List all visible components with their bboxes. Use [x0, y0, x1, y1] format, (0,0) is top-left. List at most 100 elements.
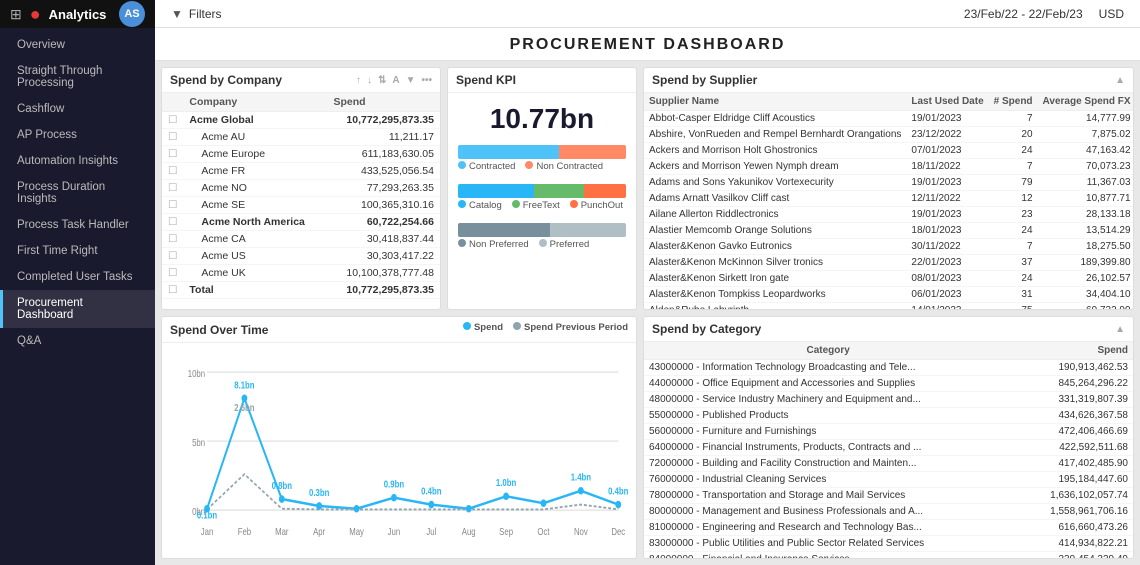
category-name: 78000000 - Transportation and Storage an…: [644, 488, 1012, 504]
catalog-legend-item: Catalog: [458, 200, 502, 211]
table-row: ☐ Acme NO 77,293,263.35: [162, 180, 440, 197]
supplier-cell: 69,732.99: [1038, 303, 1133, 310]
category-table: Category Spend 43000000 - Information Te…: [644, 342, 1133, 558]
supplier-cell: Alaster&Kenon Sirkett Iron gate: [644, 271, 906, 287]
sort-alpha-icon[interactable]: ⇅: [378, 75, 386, 86]
svg-text:0.9bn: 0.9bn: [384, 479, 404, 490]
filter-label[interactable]: Filters: [189, 7, 222, 21]
scroll-up-icon[interactable]: ▲: [1115, 75, 1125, 86]
table-row: ☐ Acme UK 10,100,378,777.48: [162, 265, 440, 282]
supplier-cell: 06/01/2023: [906, 287, 988, 303]
table-row: ☐ Acme US 30,303,417.22: [162, 248, 440, 265]
category-name: 55000000 - Published Products: [644, 408, 1012, 424]
sidebar-item-ap-process[interactable]: AP Process: [0, 122, 155, 148]
supplier-cell: 19/01/2023: [906, 207, 988, 223]
sidebar-item-overview[interactable]: Overview: [0, 32, 155, 58]
supplier-cell: 75: [989, 303, 1038, 310]
kpi-amount: 10.77bn: [448, 93, 636, 141]
sidebar-item-process-duration-insights[interactable]: Process Duration Insights: [0, 174, 155, 212]
row-checkbox[interactable]: ☐: [162, 112, 183, 129]
category-spend: 331,319,807.39: [1012, 392, 1133, 408]
more-icon[interactable]: •••: [421, 75, 432, 86]
svg-text:1.4bn: 1.4bn: [571, 472, 591, 483]
row-checkbox[interactable]: ☐: [162, 248, 183, 265]
table-row: Alaster&Kenon Gavko Eutronics30/11/20227…: [644, 239, 1133, 255]
spend-company-card: Spend by Company ↑ ↓ ⇅ A ▼ ••• Company: [161, 67, 441, 310]
spend-time-card: Spend Over Time Spend Spend Previous Per…: [161, 316, 637, 559]
sort-asc-icon[interactable]: ↑: [356, 75, 361, 86]
supplier-cell: 26,102.57: [1038, 271, 1133, 287]
time-chart: 0bn5bn10bn8.1bn2.6bn0.1bn0.8bn0.3bn0.9bn…: [170, 347, 628, 554]
supplier-cell: 18/01/2023: [906, 223, 988, 239]
table-row: 48000000 - Service Industry Machinery an…: [644, 392, 1133, 408]
sidebar-item-automation-insights[interactable]: Automation Insights: [0, 148, 155, 174]
company-spend: 30,303,417.22: [327, 248, 440, 265]
kpi-preferred-section: Non Preferred Preferred: [448, 219, 636, 258]
row-checkbox[interactable]: ☐: [162, 180, 183, 197]
company-name: Acme UK: [183, 265, 327, 282]
sort-desc-icon[interactable]: ↓: [367, 75, 372, 86]
supplier-cell: 08/01/2023: [906, 271, 988, 287]
table-row: ☐ Acme North America 60,722,254.66: [162, 214, 440, 231]
logo-icon: ●: [30, 4, 41, 25]
category-spend: 422,592,511.68: [1012, 440, 1133, 456]
spend-company-table: Company Spend ☐ Acme Global 10,772,295,8…: [162, 93, 440, 309]
sidebar-item-q&a[interactable]: Q&A: [0, 328, 155, 354]
sort-az-icon[interactable]: A: [392, 75, 399, 86]
row-checkbox[interactable]: ☐: [162, 163, 183, 180]
company-name: Total: [183, 282, 327, 299]
row-checkbox[interactable]: ☐: [162, 265, 183, 282]
spend-category-header: Spend by Category ▲: [644, 317, 1133, 342]
freetext-legend-item: FreeText: [512, 200, 560, 211]
sidebar-item-first-time-right[interactable]: First Time Right: [0, 238, 155, 264]
category-name: 72000000 - Building and Facility Constru…: [644, 456, 1012, 472]
table-row: Alaster&Kenon McKinnon Silver tronics22/…: [644, 255, 1133, 271]
supplier-cell: 70,073.23: [1038, 159, 1133, 175]
col-cat: Category: [644, 342, 1012, 360]
row-checkbox[interactable]: ☐: [162, 129, 183, 146]
spend-kpi-title: Spend KPI: [456, 73, 516, 87]
svg-text:0.4bn: 0.4bn: [421, 486, 441, 497]
sidebar-item-process-task-handler[interactable]: Process Task Handler: [0, 212, 155, 238]
row-checkbox[interactable]: ☐: [162, 197, 183, 214]
table-row: 84000000 - Financial and Insurance Servi…: [644, 552, 1133, 559]
row-checkbox[interactable]: ☐: [162, 214, 183, 231]
svg-text:5bn: 5bn: [192, 437, 205, 448]
supplier-cell: 11,367.03: [1038, 175, 1133, 191]
svg-text:Jun: Jun: [388, 526, 401, 537]
row-checkbox[interactable]: ☐: [162, 282, 183, 299]
app-title: Analytics: [49, 7, 107, 22]
category-spend: 190,913,462.53: [1012, 360, 1133, 376]
table-row: 64000000 - Financial Instruments, Produc…: [644, 440, 1133, 456]
supplier-cell: Alden&Rube Labyrinth: [644, 303, 906, 310]
row-checkbox[interactable]: ☐: [162, 146, 183, 163]
sidebar-item-completed-user-tasks[interactable]: Completed User Tasks: [0, 264, 155, 290]
sidebar-item-procurement-dashboard[interactable]: Procurement Dashboard: [0, 290, 155, 328]
spend-kpi-card: Spend KPI 10.77bn Contracted Non Contrac…: [447, 67, 637, 310]
col-supplier-name: Supplier Name: [644, 93, 906, 111]
supplier-cell: 7: [989, 111, 1038, 127]
svg-text:Apr: Apr: [313, 526, 325, 537]
grid-icon: ⊞: [10, 6, 22, 23]
user-avatar[interactable]: AS: [119, 1, 145, 27]
filter-icon2[interactable]: ▼: [406, 75, 416, 86]
table-row: Alden&Rube Labyrinth14/01/20237569,732.9…: [644, 303, 1133, 310]
category-spend: 434,626,367.58: [1012, 408, 1133, 424]
main-area: ▼ Filters 23/Feb/22 - 22/Feb/23 USD PROC…: [155, 0, 1140, 565]
col-check: [162, 93, 183, 112]
dashboard: Spend by Company ↑ ↓ ⇅ A ▼ ••• Company: [155, 61, 1140, 565]
table-row: Abshire, VonRueden and Rempel Bernhardt …: [644, 127, 1133, 143]
date-range: 23/Feb/22 - 22/Feb/23: [964, 7, 1083, 21]
sidebar-item-cashflow[interactable]: Cashflow: [0, 96, 155, 122]
sidebar-item-straight-through-processing[interactable]: Straight Through Processing: [0, 58, 155, 96]
company-name: Acme CA: [183, 231, 327, 248]
scroll-up-icon2[interactable]: ▲: [1115, 324, 1125, 335]
company-name: Acme North America: [183, 214, 327, 231]
table-row: 55000000 - Published Products 434,626,36…: [644, 408, 1133, 424]
svg-text:Aug: Aug: [462, 526, 476, 537]
svg-text:8.1bn: 8.1bn: [234, 379, 254, 390]
row-checkbox[interactable]: ☐: [162, 231, 183, 248]
filter-icon: ▼: [171, 7, 183, 21]
category-spend: 339,454,339.49: [1012, 552, 1133, 559]
table-row: Ackers and Morrison Holt Ghostronics07/0…: [644, 143, 1133, 159]
